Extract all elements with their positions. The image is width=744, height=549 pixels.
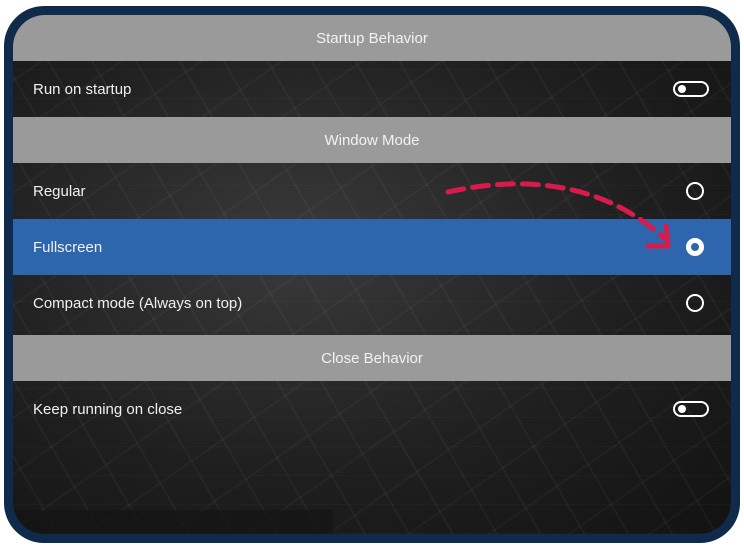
window-mode-option-regular[interactable]: Regular (13, 163, 731, 219)
section-header-close: Close Behavior (13, 335, 731, 381)
device-frame: Startup Behavior Run on startup Window M… (4, 6, 740, 543)
radio-regular-icon[interactable] (686, 182, 704, 200)
toggle-knob-icon (678, 405, 686, 413)
settings-panel: Startup Behavior Run on startup Window M… (13, 15, 731, 534)
section-header-startup: Startup Behavior (13, 15, 731, 61)
option-compact-label: Compact mode (Always on top) (33, 294, 243, 312)
window-mode-option-fullscreen[interactable]: Fullscreen (13, 219, 731, 275)
run-on-startup-row[interactable]: Run on startup (13, 61, 731, 117)
section-header-startup-label: Startup Behavior (316, 29, 428, 47)
bottom-shadow-bar (13, 510, 333, 534)
radio-compact-icon[interactable] (686, 294, 704, 312)
keep-running-toggle[interactable] (673, 401, 709, 417)
option-fullscreen-label: Fullscreen (33, 238, 103, 256)
section-header-window-mode-label: Window Mode (324, 131, 420, 149)
window-mode-option-compact[interactable]: Compact mode (Always on top) (13, 275, 731, 331)
run-on-startup-label: Run on startup (33, 80, 132, 98)
section-header-window-mode: Window Mode (13, 117, 731, 163)
option-regular-label: Regular (33, 182, 86, 200)
toggle-knob-icon (678, 85, 686, 93)
radio-fullscreen-icon[interactable] (686, 238, 704, 256)
section-header-close-label: Close Behavior (321, 349, 423, 367)
keep-running-row[interactable]: Keep running on close (13, 381, 731, 437)
keep-running-label: Keep running on close (33, 400, 183, 418)
run-on-startup-toggle[interactable] (673, 81, 709, 97)
